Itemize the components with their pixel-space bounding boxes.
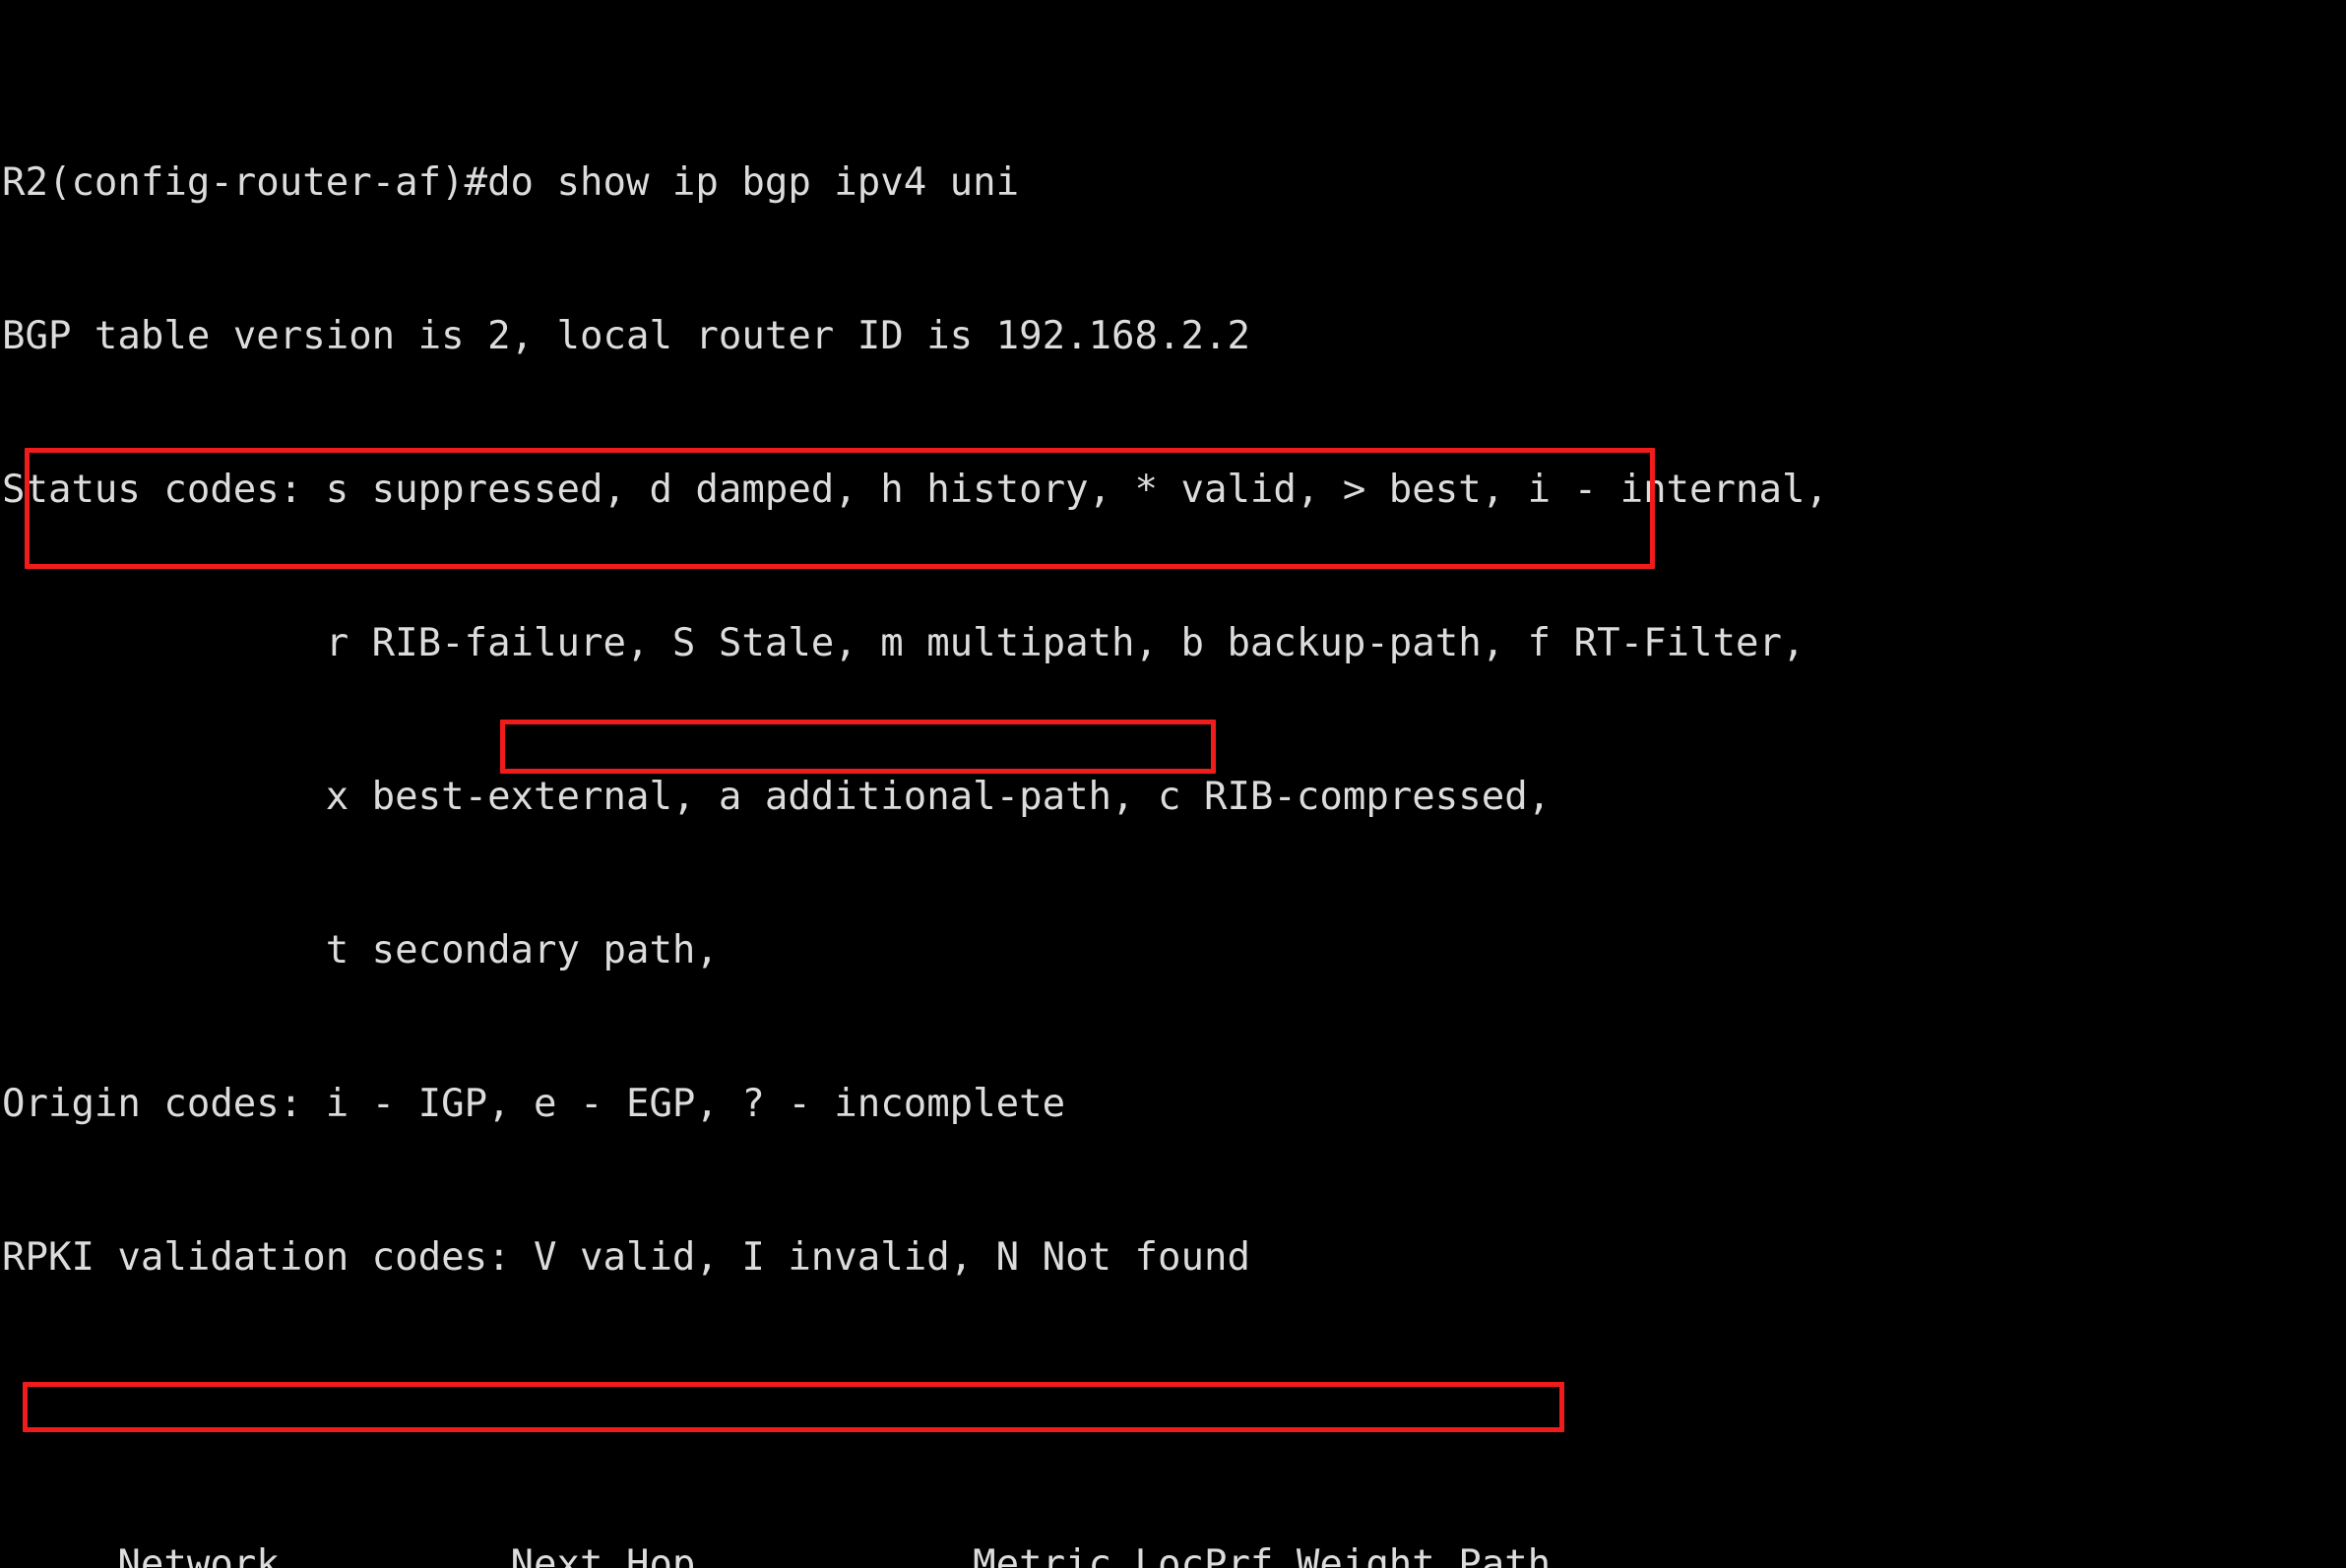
terminal-line: Status codes: s suppressed, d damped, h …: [2, 468, 1828, 512]
terminal-line: RPKI validation codes: V valid, I invali…: [2, 1235, 1250, 1280]
terminal-line: x best-external, a additional-path, c RI…: [2, 775, 1552, 819]
terminal-line: t secondary path,: [2, 928, 719, 972]
bgp-table-header-before: Network Next Hop Metric LocPrf Weight Pa…: [2, 1542, 1552, 1568]
terminal-line: BGP table version is 2, local router ID …: [2, 314, 1250, 358]
terminal-screen[interactable]: R2(config-router-af)#do show ip bgp ipv4…: [0, 0, 1828, 1568]
terminal-line: r RIB-failure, S Stale, m multipath, b b…: [2, 621, 1806, 665]
terminal-window[interactable]: R2(config-router-af)#do show ip bgp ipv4…: [0, 0, 2346, 1568]
terminal-line: R2(config-router-af)#do show ip bgp ipv4…: [2, 160, 1020, 205]
terminal-line: Origin codes: i - IGP, e - EGP, ? - inco…: [2, 1082, 1066, 1126]
